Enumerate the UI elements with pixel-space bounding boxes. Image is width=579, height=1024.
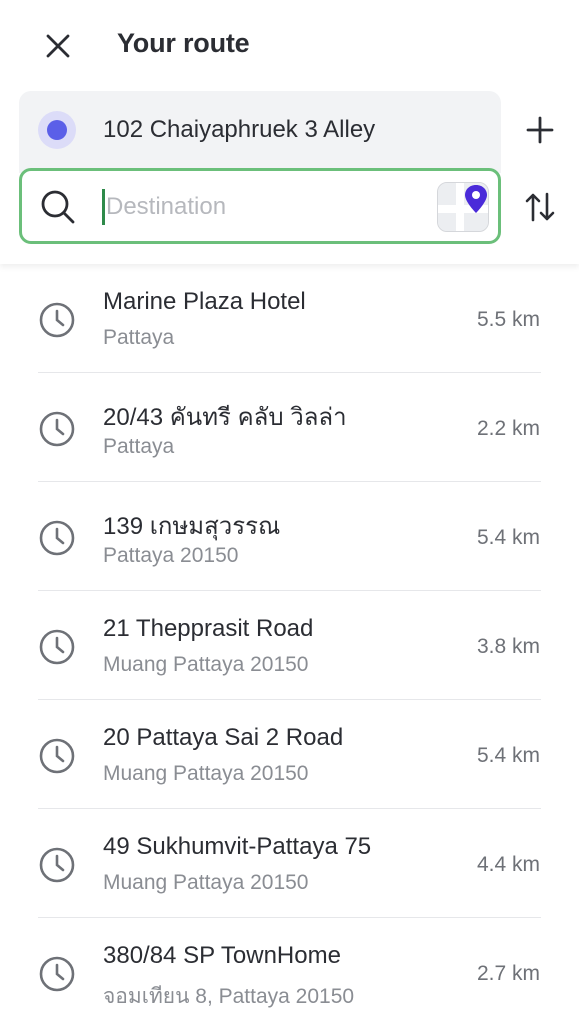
origin-address: 102 Chaiyaphruek 3 Alley [103,116,376,143]
recent-place-row[interactable]: 20/43 คันทรี คลับ วิลล่า Pattaya 2.2 km [0,373,579,482]
place-locality: Muang Pattaya 20150 [103,762,309,785]
recent-place-row[interactable]: 49 Sukhumvit-Pattaya 75 Muang Pattaya 20… [0,809,579,918]
clock-icon [39,520,75,556]
recent-place-row[interactable]: Marine Plaza Hotel Pattaya 5.5 km [0,264,579,373]
place-distance: 2.2 km [476,417,540,440]
swap-route-button[interactable] [520,186,560,228]
place-name: 21 Thepprasit Road [103,615,314,642]
destination-input[interactable] [106,186,426,228]
place-locality: จอมเทียน 8, Pattaya 20150 [103,985,355,1008]
text-caret [102,189,105,225]
place-name: 20 Pattaya Sai 2 Road [103,724,344,751]
clock-icon [39,956,75,992]
swap-vertical-icon [525,192,555,222]
recent-place-row[interactable]: 139 เกษมสุวรรณ Pattaya 20150 5.4 km [0,482,579,591]
route-header: Your route 102 Chaiyaphruek 3 Alley [0,0,579,264]
page-title: Your route [117,28,250,58]
map-pin-icon [438,183,488,231]
place-distance: 5.5 km [476,308,540,331]
origin-marker-icon [38,111,76,149]
recent-place-row[interactable]: 380/84 SP TownHome จอมเทียน 8, Pattaya 2… [0,918,579,1024]
place-name: 139 เกษมสุวรรณ [103,513,281,540]
place-distance: 5.4 km [476,744,540,767]
clock-icon [39,847,75,883]
clock-icon [39,738,75,774]
search-icon [41,190,75,224]
place-locality: Muang Pattaya 20150 [103,871,309,894]
clock-icon [39,411,75,447]
place-locality: Muang Pattaya 20150 [103,653,309,676]
place-locality: Pattaya [103,326,175,349]
clock-icon [39,302,75,338]
recent-places-list: Marine Plaza Hotel Pattaya 5.5 km 20/43 … [0,264,579,1024]
map-picker-button[interactable] [437,182,489,232]
place-distance: 5.4 km [476,526,540,549]
place-distance: 4.4 km [476,853,540,876]
clock-icon [39,629,75,665]
place-locality: Pattaya 20150 [103,544,239,567]
place-name: 49 Sukhumvit-Pattaya 75 [103,833,372,860]
plus-icon [526,116,554,144]
add-stop-button[interactable] [520,110,560,150]
recent-place-row[interactable]: 21 Thepprasit Road Muang Pattaya 20150 3… [0,591,579,700]
close-button[interactable] [38,26,78,66]
place-locality: Pattaya [103,435,175,458]
place-name: 20/43 คันทรี คลับ วิลล่า [103,404,347,431]
place-distance: 3.8 km [476,635,540,658]
place-name: 380/84 SP TownHome [103,942,341,969]
place-name: Marine Plaza Hotel [103,288,306,315]
recent-place-row[interactable]: 20 Pattaya Sai 2 Road Muang Pattaya 2015… [0,700,579,809]
place-distance: 2.7 km [476,962,540,985]
close-icon [46,34,70,58]
